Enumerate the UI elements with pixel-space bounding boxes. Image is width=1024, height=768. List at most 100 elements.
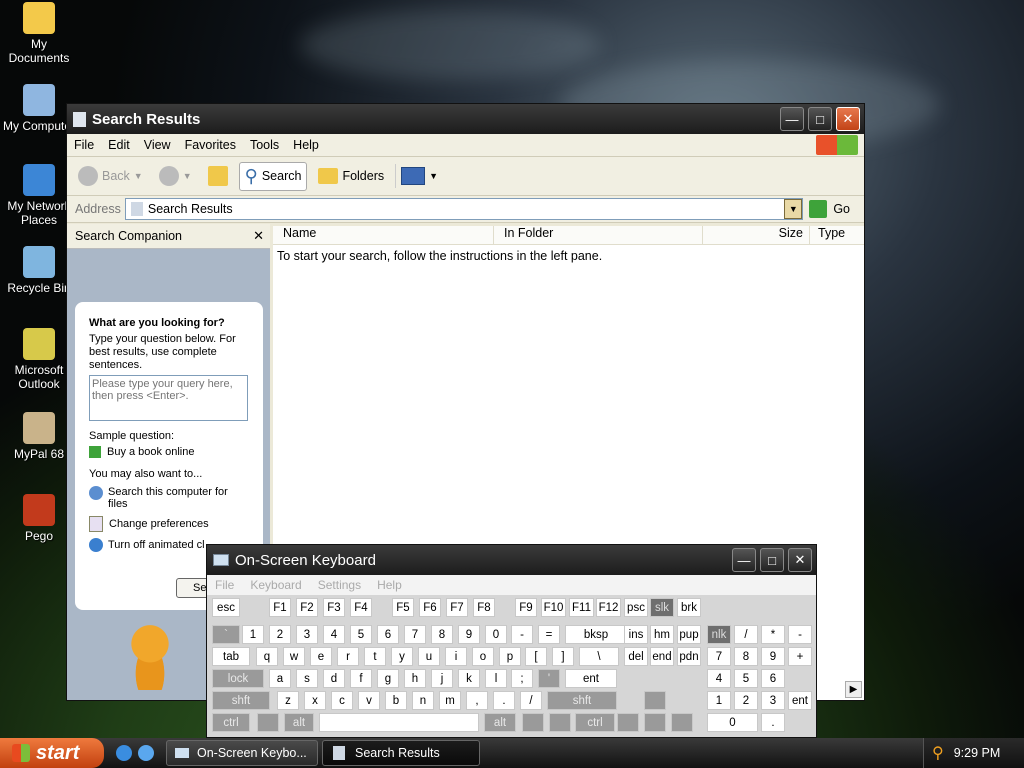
- key-4-3[interactable]: c: [331, 691, 353, 710]
- folders-button[interactable]: Folders: [313, 165, 389, 187]
- change-preferences-link[interactable]: Change preferences: [109, 518, 209, 530]
- maximize-button[interactable]: □: [808, 107, 832, 131]
- osk-menu-keyboard[interactable]: Keyboard: [242, 578, 309, 592]
- key-4-15[interactable]: ent: [788, 691, 812, 710]
- start-button[interactable]: start: [0, 738, 104, 768]
- right-arrow-key[interactable]: [671, 713, 693, 732]
- key-3-11[interactable]: ': [538, 669, 560, 688]
- key-5-3[interactable]: ctrl: [575, 713, 615, 732]
- key-4-11[interactable]: shft: [547, 691, 617, 710]
- key-2-15[interactable]: end: [650, 647, 674, 666]
- task-search-results[interactable]: Search Results: [322, 740, 480, 766]
- key-0-7[interactable]: F7: [446, 598, 468, 617]
- key-0-11[interactable]: F11: [569, 598, 594, 617]
- key-2-6[interactable]: y: [391, 647, 413, 666]
- key-0-14[interactable]: slk: [650, 598, 674, 617]
- osk-minimize-button[interactable]: —: [732, 548, 756, 572]
- key-4-2[interactable]: x: [304, 691, 326, 710]
- column-size[interactable]: Size: [702, 226, 809, 244]
- key-1-7[interactable]: 7: [404, 625, 426, 644]
- key-0-1[interactable]: F1: [269, 598, 291, 617]
- sample-link-row[interactable]: Buy a book online: [89, 446, 263, 458]
- osk-maximize-button[interactable]: □: [760, 548, 784, 572]
- search-computer-link[interactable]: Search this computer for files: [108, 486, 238, 510]
- address-dropdown-button[interactable]: ▼: [784, 199, 803, 219]
- space-bar[interactable]: [319, 713, 479, 732]
- key-4-13[interactable]: 2: [734, 691, 758, 710]
- column-type[interactable]: Type: [809, 226, 864, 244]
- key-1-8[interactable]: 8: [431, 625, 453, 644]
- key-2-5[interactable]: t: [364, 647, 386, 666]
- views-button[interactable]: ▼: [395, 164, 443, 188]
- desktop-pego[interactable]: Pego: [1, 494, 77, 543]
- key-3-2[interactable]: s: [296, 669, 318, 688]
- key-4-10[interactable]: /: [520, 691, 542, 710]
- key-3-0[interactable]: lock: [212, 669, 264, 688]
- search-computer-row[interactable]: Search this computer for files: [89, 486, 263, 510]
- forward-button[interactable]: ▼: [154, 163, 197, 189]
- down-arrow-key[interactable]: [644, 713, 666, 732]
- key-2-9[interactable]: o: [472, 647, 494, 666]
- key-4-5[interactable]: b: [385, 691, 407, 710]
- key-0-2[interactable]: F2: [296, 598, 318, 617]
- key-1-2[interactable]: 2: [269, 625, 291, 644]
- key-4-6[interactable]: n: [412, 691, 434, 710]
- key-2-7[interactable]: u: [418, 647, 440, 666]
- key-2-11[interactable]: [: [525, 647, 547, 666]
- key-5-1[interactable]: alt: [284, 713, 314, 732]
- menu-view[interactable]: View: [137, 138, 178, 152]
- back-button[interactable]: Back ▼: [73, 163, 148, 189]
- column-name[interactable]: Name: [273, 226, 493, 244]
- query-input[interactable]: [89, 375, 248, 421]
- key-5-2[interactable]: alt: [484, 713, 516, 732]
- minimize-button[interactable]: —: [780, 107, 804, 131]
- key-1-13[interactable]: bksp: [565, 625, 627, 644]
- change-preferences-row[interactable]: Change preferences: [89, 516, 263, 532]
- key-1-1[interactable]: 1: [242, 625, 264, 644]
- key-1-18[interactable]: /: [734, 625, 758, 644]
- clock[interactable]: 9:29 PM: [954, 746, 1001, 760]
- key-1-6[interactable]: 6: [377, 625, 399, 644]
- key-1-9[interactable]: 9: [458, 625, 480, 644]
- osk-menu-settings[interactable]: Settings: [310, 578, 369, 592]
- key-0-12[interactable]: F12: [596, 598, 621, 617]
- key-3-12[interactable]: ent: [565, 669, 617, 688]
- key-1-12[interactable]: =: [538, 625, 560, 644]
- column-in-folder[interactable]: In Folder: [493, 226, 702, 244]
- key-0-4[interactable]: F4: [350, 598, 372, 617]
- menu-help[interactable]: Help: [286, 138, 326, 152]
- sample-link[interactable]: Buy a book online: [107, 446, 194, 458]
- menu-key-icon[interactable]: [549, 713, 571, 732]
- key-4-8[interactable]: ,: [466, 691, 488, 710]
- key-1-16[interactable]: pup: [677, 625, 701, 644]
- key-1-17[interactable]: nlk: [707, 625, 731, 644]
- key-3-1[interactable]: a: [269, 669, 291, 688]
- key-4-9[interactable]: .: [493, 691, 515, 710]
- search-button[interactable]: ⚲ Search: [238, 161, 308, 191]
- key-1-20[interactable]: -: [788, 625, 812, 644]
- key-3-13[interactable]: 4: [707, 669, 731, 688]
- key-0-9[interactable]: F9: [515, 598, 537, 617]
- key-1-10[interactable]: 0: [485, 625, 507, 644]
- menu-favorites[interactable]: Favorites: [178, 138, 243, 152]
- key-0-6[interactable]: F6: [419, 598, 441, 617]
- desktop-my-computer[interactable]: My Computer: [1, 84, 77, 133]
- turn-off-animated-link[interactable]: Turn off animated cl: [108, 539, 205, 551]
- osk-menu-help[interactable]: Help: [369, 578, 410, 592]
- go-button[interactable]: Go: [833, 202, 850, 216]
- desktop-mypal[interactable]: MyPal 68: [1, 412, 77, 461]
- task-osk[interactable]: On-Screen Keybo...: [166, 740, 318, 766]
- key-4-4[interactable]: v: [358, 691, 380, 710]
- windows-key-icon[interactable]: [257, 713, 279, 732]
- key-1-0[interactable]: `: [212, 625, 240, 644]
- key-3-8[interactable]: k: [458, 669, 480, 688]
- ie-quicklaunch-icon[interactable]: [116, 745, 132, 761]
- key-3-3[interactable]: d: [323, 669, 345, 688]
- key-2-12[interactable]: ]: [552, 647, 574, 666]
- close-pane-icon[interactable]: ✕: [253, 228, 264, 244]
- up-arrow-key[interactable]: [644, 691, 666, 710]
- key-2-13[interactable]: \: [579, 647, 619, 666]
- key-0-5[interactable]: F5: [392, 598, 414, 617]
- window-titlebar[interactable]: Search Results — □ ✕: [67, 104, 864, 134]
- ie-quicklaunch-icon-2[interactable]: [138, 745, 154, 761]
